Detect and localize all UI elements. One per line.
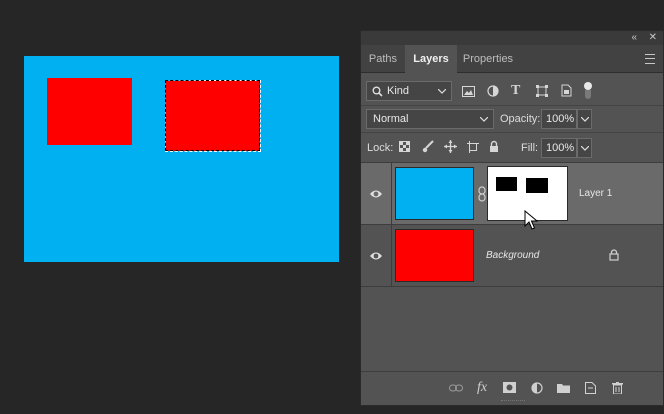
close-icon[interactable]: ✕	[649, 32, 657, 43]
eye-icon[interactable]	[369, 250, 383, 262]
layer-style-icon[interactable]: fx	[477, 380, 487, 396]
document-canvas[interactable]	[24, 56, 339, 262]
layer-thumbnail[interactable]	[395, 167, 474, 220]
blend-mode-value: Normal	[373, 113, 409, 125]
layer-row-layer-1[interactable]: Layer 1	[361, 163, 663, 225]
filter-kind-label: Kind	[387, 85, 410, 97]
fill-label: Fill:	[521, 142, 539, 154]
delete-layer-icon[interactable]	[612, 382, 623, 394]
adjustment-layer-icon[interactable]	[531, 382, 543, 394]
lock-label: Lock:	[367, 142, 394, 154]
opacity-dropdown[interactable]	[577, 109, 592, 129]
add-mask-icon[interactable]	[503, 382, 516, 393]
tab-properties[interactable]: Properties	[457, 45, 519, 73]
divider	[391, 225, 392, 286]
panel-tabs: Paths Layers Properties	[361, 45, 663, 73]
lock-transparent-pixels-icon[interactable]	[399, 141, 410, 152]
filter-row: Kind T	[361, 73, 663, 105]
filter-kind-select[interactable]: Kind	[366, 81, 452, 101]
tab-layers[interactable]: Layers	[405, 45, 457, 73]
panel-footer: fx	[361, 371, 663, 405]
panel-menu-icon[interactable]	[645, 54, 655, 64]
mouse-cursor-icon	[524, 210, 538, 230]
layer-name[interactable]: Layer 1	[579, 188, 612, 199]
tab-paths[interactable]: Paths	[361, 45, 405, 73]
blend-mode-select[interactable]: Normal	[366, 109, 494, 129]
new-layer-icon[interactable]	[585, 382, 596, 394]
opacity-input[interactable]: 100%	[541, 109, 577, 129]
search-icon	[372, 86, 383, 97]
link-icon[interactable]	[478, 186, 486, 202]
shape-filter-icon[interactable]	[536, 85, 548, 97]
lock-artboard-icon[interactable]	[467, 141, 479, 153]
mask-shape-right	[526, 178, 548, 193]
chevron-down-icon	[438, 89, 446, 94]
layers-panel: « ✕ Paths Layers Properties Kind T Norma…	[360, 30, 664, 406]
pixel-filter-icon[interactable]	[462, 86, 475, 97]
collapse-icon[interactable]: «	[631, 32, 637, 43]
opacity-label: Opacity:	[500, 113, 541, 125]
link-layers-icon[interactable]	[449, 384, 463, 392]
new-group-icon[interactable]	[557, 383, 570, 393]
chevron-down-icon	[581, 146, 589, 151]
eye-icon[interactable]	[369, 188, 383, 200]
lock-image-pixels-icon[interactable]	[422, 140, 434, 153]
fill-value: 100%	[546, 142, 575, 154]
layer-name[interactable]: Background	[486, 250, 539, 261]
blend-row: Normal Opacity: 100%	[361, 106, 663, 132]
mask-shape-left	[496, 177, 517, 191]
chevron-down-icon	[480, 117, 488, 122]
red-rectangle-left	[47, 78, 132, 145]
fill-dropdown[interactable]	[577, 138, 592, 158]
marching-ants-selection	[165, 80, 260, 151]
smart-object-filter-icon[interactable]	[561, 84, 572, 97]
divider	[391, 163, 392, 224]
lock-position-icon[interactable]	[444, 140, 457, 153]
lock-all-icon[interactable]	[489, 140, 499, 153]
opacity-value: 100%	[546, 113, 575, 125]
panel-titlebar: « ✕	[361, 31, 663, 45]
layers-list: Layer 1 Background	[361, 162, 663, 373]
filter-toggle[interactable]	[583, 82, 592, 100]
chevron-down-icon	[581, 117, 589, 122]
resize-grip[interactable]	[501, 400, 525, 403]
lock-row: Lock: Fill: 100%	[361, 133, 663, 161]
layer-row-background[interactable]: Background	[361, 225, 663, 287]
layer-thumbnail[interactable]	[395, 229, 474, 282]
lock-icon	[609, 249, 619, 261]
adjustment-filter-icon[interactable]	[487, 85, 499, 97]
type-filter-icon[interactable]: T	[511, 84, 520, 98]
fill-input[interactable]: 100%	[541, 138, 577, 158]
